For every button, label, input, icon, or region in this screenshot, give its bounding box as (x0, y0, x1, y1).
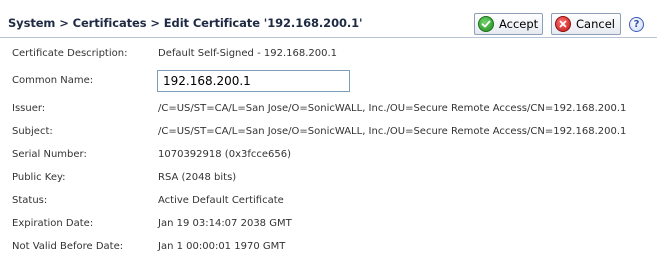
header-divider (0, 37, 657, 38)
subject-label: Subject: (12, 126, 53, 137)
subject-value: /C=US/ST=CA/L=San Jose/O=SonicWALL, Inc.… (158, 126, 627, 137)
checkmark-icon (478, 16, 494, 32)
status-label: Status: (12, 195, 48, 206)
accept-button-label: Accept (499, 17, 539, 31)
row-public-key: Public Key: RSA (2048 bits) (0, 168, 657, 191)
cancel-button[interactable]: Cancel (551, 13, 621, 35)
not-valid-before-label: Not Valid Before Date: (12, 241, 124, 252)
status-value: Active Default Certificate (158, 195, 284, 206)
row-status: Status: Active Default Certificate (0, 191, 657, 214)
expiration-date-value: Jan 19 03:14:07 2038 GMT (158, 218, 292, 229)
row-subject: Subject: /C=US/ST=CA/L=San Jose/O=SonicW… (0, 122, 657, 145)
issuer-value: /C=US/ST=CA/L=San Jose/O=SonicWALL, Inc.… (158, 103, 627, 114)
row-serial-number: Serial Number: 1070392918 (0x3fcce656) (0, 145, 657, 168)
accept-button[interactable]: Accept (474, 13, 543, 35)
common-name-input[interactable] (157, 70, 350, 92)
expiration-date-label: Expiration Date: (12, 218, 94, 229)
close-icon (555, 16, 571, 32)
cancel-button-label: Cancel (576, 17, 615, 31)
serial-number-value: 1070392918 (0x3fcce656) (158, 149, 292, 160)
public-key-label: Public Key: (12, 172, 66, 183)
row-expiration-date: Expiration Date: Jan 19 03:14:07 2038 GM… (0, 214, 657, 237)
page-header: System > Certificates > Edit Certificate… (0, 0, 657, 45)
row-not-valid-before-date: Not Valid Before Date: Jan 1 00:00:01 19… (0, 237, 657, 260)
row-issuer: Issuer: /C=US/ST=CA/L=San Jose/O=SonicWA… (0, 99, 657, 122)
common-name-label: Common Name: (12, 75, 94, 86)
help-icon[interactable]: ? (629, 17, 644, 32)
not-valid-before-value: Jan 1 00:00:01 1970 GMT (158, 241, 286, 252)
public-key-value: RSA (2048 bits) (158, 172, 237, 183)
issuer-label: Issuer: (12, 103, 46, 114)
serial-number-label: Serial Number: (12, 149, 87, 160)
row-certificate-description: Certificate Description: Default Self-Si… (0, 44, 657, 67)
certificate-description-value: Default Self-Signed - 192.168.200.1 (158, 48, 338, 59)
certificate-description-label: Certificate Description: (12, 48, 128, 59)
breadcrumb: System > Certificates > Edit Certificate… (8, 16, 363, 30)
